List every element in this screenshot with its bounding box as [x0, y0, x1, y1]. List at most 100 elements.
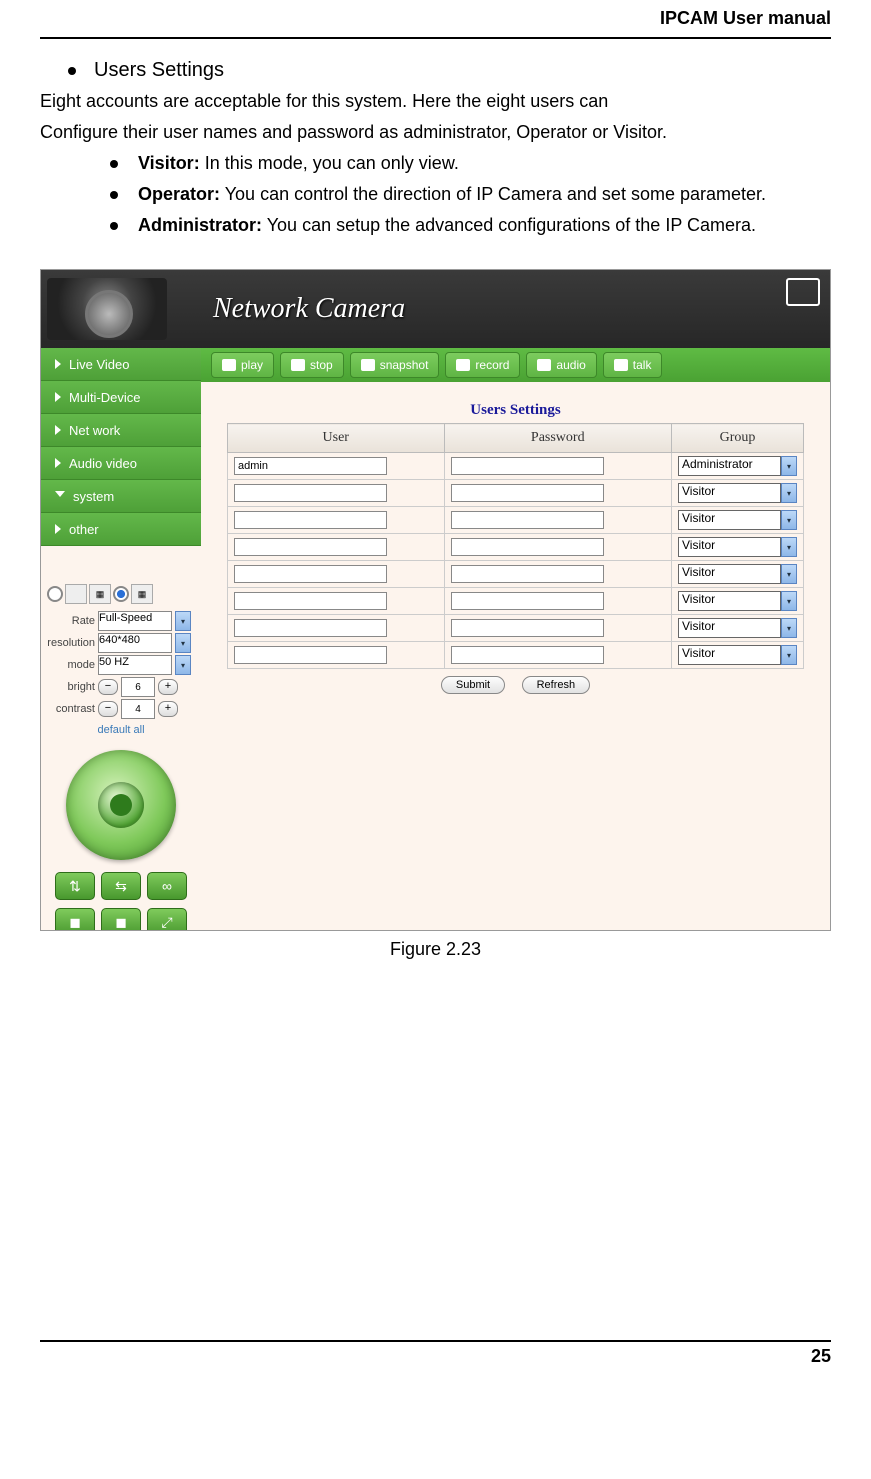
main-content: Users Settings User Password Group Admin…	[201, 382, 830, 930]
group-select[interactable]: Visitor	[678, 537, 781, 557]
table-row: Visitor▾	[228, 480, 804, 507]
submit-button[interactable]: Submit	[441, 676, 505, 694]
contrast-input[interactable]	[121, 699, 155, 719]
nav-network[interactable]: Net work	[41, 414, 201, 447]
nav-system[interactable]: system	[41, 480, 201, 513]
ptz-btn-4[interactable]: ◼	[55, 908, 95, 931]
ptz-btn-2[interactable]: ⇆	[101, 872, 141, 900]
side-nav: Live Video Multi-Device Net work Audio v…	[41, 348, 201, 546]
password-input[interactable]	[451, 592, 604, 610]
audio-icon	[537, 359, 551, 371]
view-1x1-icon[interactable]	[65, 584, 87, 604]
bright-label: bright	[45, 681, 95, 693]
group-select[interactable]: Visitor	[678, 564, 781, 584]
user-input[interactable]	[234, 511, 387, 529]
dropdown-icon[interactable]: ▾	[175, 611, 191, 631]
bright-plus-button[interactable]: +	[158, 679, 178, 695]
contrast-plus-button[interactable]: +	[158, 701, 178, 717]
audio-button[interactable]: audio	[526, 352, 596, 378]
password-input[interactable]	[451, 511, 604, 529]
default-all-link[interactable]: default all	[41, 720, 201, 740]
view-mode-radio-1[interactable]	[47, 586, 63, 602]
password-input[interactable]	[451, 484, 604, 502]
user-input[interactable]	[234, 565, 387, 583]
ptz-btn-6[interactable]: ⤢	[147, 908, 187, 931]
group-select[interactable]: Visitor	[678, 591, 781, 611]
chevron-right-icon	[55, 392, 61, 402]
play-button[interactable]: play	[211, 352, 274, 378]
nav-other[interactable]: other	[41, 513, 201, 546]
stop-button[interactable]: stop	[280, 352, 344, 378]
rate-label: Rate	[45, 615, 95, 627]
user-input[interactable]	[234, 646, 387, 664]
group-select[interactable]: Visitor	[678, 618, 781, 638]
group-select[interactable]: Visitor	[678, 510, 781, 530]
dropdown-icon[interactable]: ▾	[781, 618, 797, 638]
ptz-dial[interactable]	[66, 750, 176, 860]
camera-thumbnail	[47, 278, 167, 340]
group-select[interactable]: Visitor	[678, 483, 781, 503]
view-3x3-icon[interactable]: ▦	[131, 584, 153, 604]
nav-live-video[interactable]: Live Video	[41, 348, 201, 381]
nav-audio-video[interactable]: Audio video	[41, 447, 201, 480]
ptz-btn-3[interactable]: ∞	[147, 872, 187, 900]
ptz-btn-1[interactable]: ⇅	[55, 872, 95, 900]
dropdown-icon[interactable]: ▾	[781, 537, 797, 557]
record-button[interactable]: record	[445, 352, 520, 378]
page-number: 25	[40, 1340, 831, 1367]
fullscreen-icon[interactable]	[786, 278, 820, 306]
table-row: Administrator▾	[228, 453, 804, 480]
password-input[interactable]	[451, 646, 604, 664]
view-2x2-icon[interactable]: ▦	[89, 584, 111, 604]
table-row: Visitor▾	[228, 561, 804, 588]
bullet-administrator: Administrator: You can setup the advance…	[110, 212, 831, 239]
dropdown-icon[interactable]: ▾	[781, 564, 797, 584]
chevron-right-icon	[55, 425, 61, 435]
dropdown-icon[interactable]: ▾	[781, 645, 797, 665]
left-controls: ▦ ▦ Rate Full-Speed▾ resolution 640*480▾…	[41, 578, 201, 931]
dropdown-icon[interactable]: ▾	[781, 591, 797, 611]
group-select[interactable]: Visitor	[678, 645, 781, 665]
intro-line-2: Configure their user names and password …	[40, 119, 831, 146]
user-input[interactable]	[234, 619, 387, 637]
ui-screenshot: Network Ca Network Ca Network Ca Network…	[40, 269, 831, 931]
mode-select[interactable]: 50 HZ	[98, 655, 172, 675]
contrast-minus-button[interactable]: −	[98, 701, 118, 717]
bright-minus-button[interactable]: −	[98, 679, 118, 695]
dropdown-icon[interactable]: ▾	[781, 510, 797, 530]
user-input[interactable]	[234, 538, 387, 556]
view-mode-radio-2[interactable]	[113, 586, 129, 602]
snapshot-button[interactable]: snapshot	[350, 352, 440, 378]
ptz-btn-5[interactable]: ◼	[101, 908, 141, 931]
chevron-right-icon	[55, 359, 61, 369]
user-input[interactable]	[234, 484, 387, 502]
user-input[interactable]	[234, 592, 387, 610]
bright-input[interactable]	[121, 677, 155, 697]
intro-line-1: Eight accounts are acceptable for this s…	[40, 88, 831, 115]
password-input[interactable]	[451, 619, 604, 637]
bullet-icon	[68, 67, 76, 75]
group-select[interactable]: Administrator	[678, 456, 781, 476]
chevron-right-icon	[55, 458, 61, 468]
doc-header: IPCAM User manual	[40, 0, 831, 39]
user-input[interactable]	[234, 457, 387, 475]
dropdown-icon[interactable]: ▾	[175, 655, 191, 675]
bullet-visitor: Visitor: In this mode, you can only view…	[110, 150, 831, 177]
table-row: Visitor▾	[228, 534, 804, 561]
mode-label: mode	[45, 659, 95, 671]
dropdown-icon[interactable]: ▾	[175, 633, 191, 653]
chevron-right-icon	[55, 524, 61, 534]
rate-select[interactable]: Full-Speed	[98, 611, 172, 631]
resolution-select[interactable]: 640*480	[98, 633, 172, 653]
password-input[interactable]	[451, 565, 604, 583]
col-user: User	[228, 424, 445, 453]
talk-button[interactable]: talk	[603, 352, 663, 378]
dropdown-icon[interactable]: ▾	[781, 456, 797, 476]
password-input[interactable]	[451, 538, 604, 556]
brand-title: Network Camera	[213, 293, 405, 325]
refresh-button[interactable]: Refresh	[522, 676, 591, 694]
password-input[interactable]	[451, 457, 604, 475]
bullet-operator: Operator: You can control the direction …	[110, 181, 831, 208]
nav-multi-device[interactable]: Multi-Device	[41, 381, 201, 414]
dropdown-icon[interactable]: ▾	[781, 483, 797, 503]
